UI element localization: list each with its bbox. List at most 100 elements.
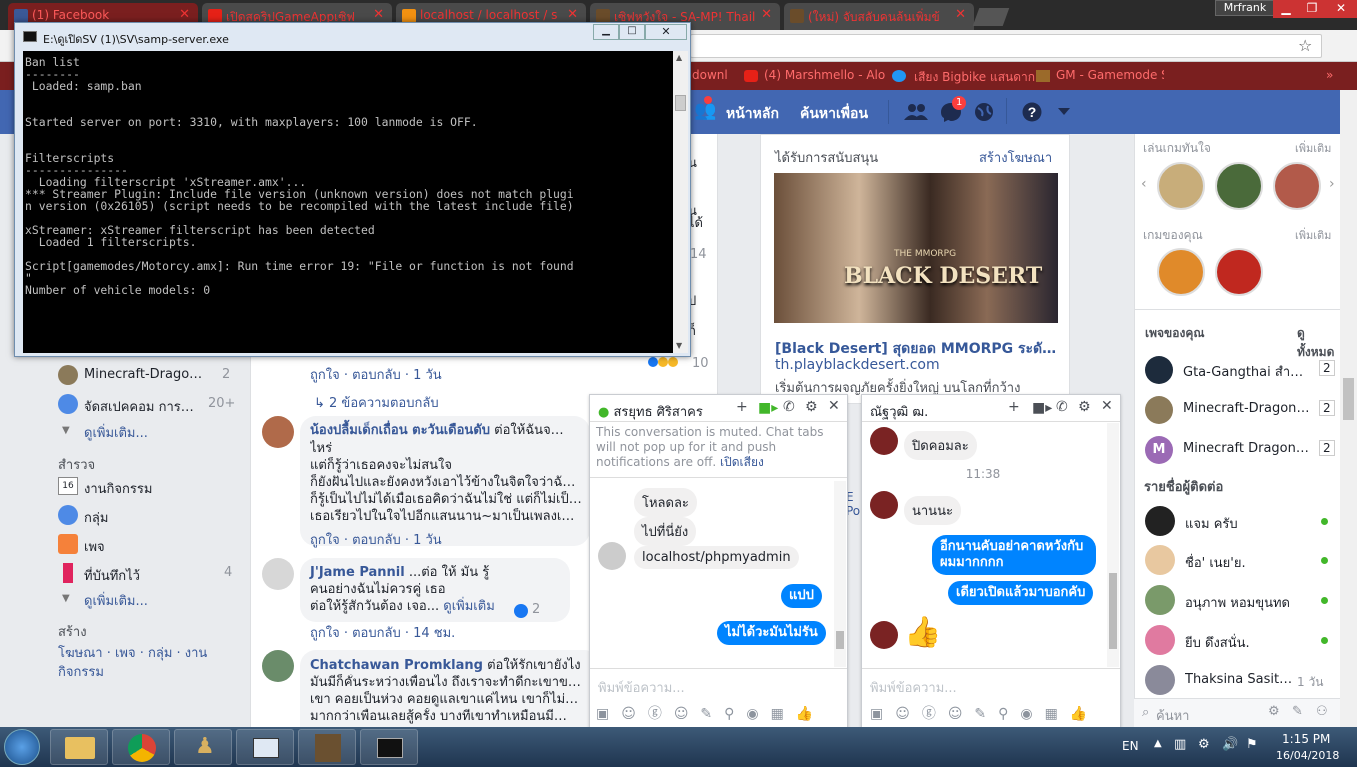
close-tab-icon[interactable]: ✕ [567,7,578,22]
close-tab-icon[interactable]: ✕ [179,7,190,22]
profile-button[interactable]: Mrfrank [1215,0,1275,16]
create-ad-link[interactable]: สร้างโฆษณา [979,147,1052,168]
help-icon[interactable]: ? [1022,102,1042,122]
left-nav-group-1[interactable]: Minecraft-Drago… [84,367,214,382]
ad-image[interactable]: BLACK DESERT THE MMORPG [774,173,1058,323]
comment-author[interactable]: Chatchawan Promklang [310,658,483,673]
maximize-button[interactable]: □ [619,24,645,40]
start-button[interactable] [4,729,40,765]
compose-icon[interactable]: ✎ [1292,704,1303,719]
comment-author[interactable]: J'Jame Pannil [310,565,405,580]
page-item[interactable]: Gta-Gangthai สำห… 2 [1143,356,1335,384]
close-window-button[interactable]: ✕ [1325,0,1357,18]
add-icon[interactable]: + [736,399,748,415]
terminal-title-bar[interactable]: E:\ดูเปิดSV (1)\SV\samp-server.exe [15,23,690,51]
game-icon[interactable] [1157,248,1205,296]
chat-header[interactable]: ● สรยุทธ ศิริสาคร + ■▸ ✆ ⚙ ✕ [590,395,847,422]
create-links[interactable]: โฆษณา · เพจ · กลุ่ม · งาน [58,642,207,663]
create-links-2[interactable]: กิจกรรม [58,661,104,682]
ad-url[interactable]: th.playblackdesert.com [775,357,940,373]
search-input[interactable]: ค้นหา [1156,705,1189,726]
chat-name[interactable]: สรยุทธ ศิริสาคร [613,405,702,420]
close-button[interactable]: ✕ [645,24,687,40]
bookmark-item[interactable]: GM - Gamemode Sc [1056,68,1164,82]
new-tab-button[interactable] [972,8,1010,26]
chevron-left-icon[interactable]: ‹ [1141,176,1147,192]
chat-header[interactable]: ณัฐวุฒิ ฒ. + ■▸ ✆ ⚙ ✕ [862,395,1120,422]
game-icon[interactable] [1157,162,1205,210]
contact-item[interactable]: Thaksina Sasit… 1 วัน [1143,665,1333,695]
chevron-right-icon[interactable]: › [1329,176,1335,192]
bookmark-item[interactable]: (4) Marshmello - Alo [764,68,885,82]
add-icon[interactable]: + [1008,399,1020,415]
like-icon[interactable]: 👍 [796,706,825,722]
like-icon[interactable]: 👍 [1070,706,1099,722]
comment-actions[interactable]: ถูกใจ · ตอบกลับ · 14 ชม. [310,622,455,643]
scrollbar-thumb[interactable] [1343,378,1354,420]
see-more-link[interactable]: ดูเพิ่มเติม... [84,590,148,611]
restore-button[interactable]: ❐ [1299,0,1325,18]
explore-events[interactable]: งานกิจกรรม [84,478,152,499]
gear-icon[interactable]: ⚙ [1268,704,1280,719]
left-nav-group-2[interactable]: จัดสเปคคอม การ… [84,396,214,417]
volume-icon[interactable]: 🔊 [1222,737,1238,752]
close-icon[interactable]: ✕ [828,398,840,414]
chat-scrollbar[interactable] [834,481,846,667]
close-tab-icon[interactable]: ✕ [761,7,772,22]
taskbar-app[interactable] [236,729,294,765]
explore-saved[interactable]: ที่บันทึกไว้ [84,565,140,586]
taskbar-explorer[interactable] [50,729,108,765]
new-group-icon[interactable]: ⚇ [1316,704,1328,719]
call-icon[interactable]: ✆ [1056,399,1068,415]
terminal-output[interactable]: Ban list -------- Loaded: samp.ban Started… [23,51,673,353]
scrollbar-thumb[interactable] [675,95,686,111]
bookmark-star-icon[interactable]: ☆ [1298,36,1312,55]
globe-icon[interactable] [974,102,994,122]
video-call-icon[interactable]: ■▸ [758,400,778,416]
contact-item[interactable]: อนุภาพ หอมขุนทด [1143,585,1333,615]
page-scrollbar[interactable] [1340,90,1357,727]
game-icon[interactable] [1215,162,1263,210]
gear-icon[interactable]: ⚙ [805,399,818,415]
see-more-link[interactable]: เพิ่มเติม [1295,226,1331,244]
clock-date[interactable]: 16/04/2018 [1276,749,1339,762]
minimize-button[interactable]: ▁ [1273,0,1299,18]
tray-icon[interactable]: ▥ [1174,737,1186,752]
chevron-down-icon[interactable] [1058,108,1070,116]
see-more-link[interactable]: ดูเพิ่มเติม... [84,422,148,443]
chat-scrollbar[interactable] [1107,423,1119,667]
minimize-button[interactable]: ▁ [593,24,619,40]
chat-toolbar[interactable]: ▣☺ⓖ☺✎⚲◉▦👍 [870,703,1116,723]
close-icon[interactable]: ✕ [1101,398,1113,414]
scrollbar-thumb[interactable] [1109,573,1117,649]
taskbar-samp[interactable] [298,729,356,765]
flag-icon[interactable]: ⚑ [1246,737,1258,752]
close-tab-icon[interactable]: ✕ [373,7,384,22]
page-item[interactable]: Minecraft-Dragon … 2 [1143,396,1335,424]
avatar[interactable] [262,650,294,682]
clock-time[interactable]: 1:15 PM [1282,732,1330,746]
friend-requests-icon[interactable] [904,102,928,122]
more-bookmarks-icon[interactable]: » [1326,68,1333,82]
nav-home[interactable]: หน้าหลัก [726,103,779,125]
game-icon[interactable] [1215,248,1263,296]
chat-name[interactable]: ณัฐวุฒิ ฒ. [870,405,928,420]
gear-icon[interactable]: ⚙ [1078,399,1091,415]
contact-item[interactable]: แจม ครับ [1143,506,1333,536]
comment-author[interactable]: น้องปลื้มเด็กเถื่อน ตะวันเดือนดับ [310,423,490,438]
explore-groups[interactable]: กลุ่ม [84,507,108,528]
scrollbar-thumb[interactable] [836,631,844,649]
comment-actions[interactable]: ถูกใจ · ตอบกลับ · 1 วัน [310,364,442,385]
message-input[interactable]: พิมพ์ข้อความ... [870,677,957,698]
avatar[interactable] [262,416,294,448]
contact-item[interactable]: ยีบ ดึงสนั่น. [1143,625,1333,655]
contact-item[interactable]: ชื่อ' เนย'ย. [1143,545,1333,575]
scroll-down-icon[interactable]: ▼ [676,341,682,350]
close-tab-icon[interactable]: ✕ [955,7,966,22]
taskbar-chess[interactable]: ♟ [174,729,232,765]
unmute-link[interactable]: เปิดเสียง [720,455,764,469]
terminal-scrollbar[interactable]: ▲ ▼ [673,51,688,353]
url-input[interactable] [690,34,1322,58]
chat-toolbar[interactable]: ▣☺ⓖ☺✎⚲◉▦👍 [596,703,842,723]
see-more-link[interactable]: ดูเพิ่มเติม [443,599,494,614]
